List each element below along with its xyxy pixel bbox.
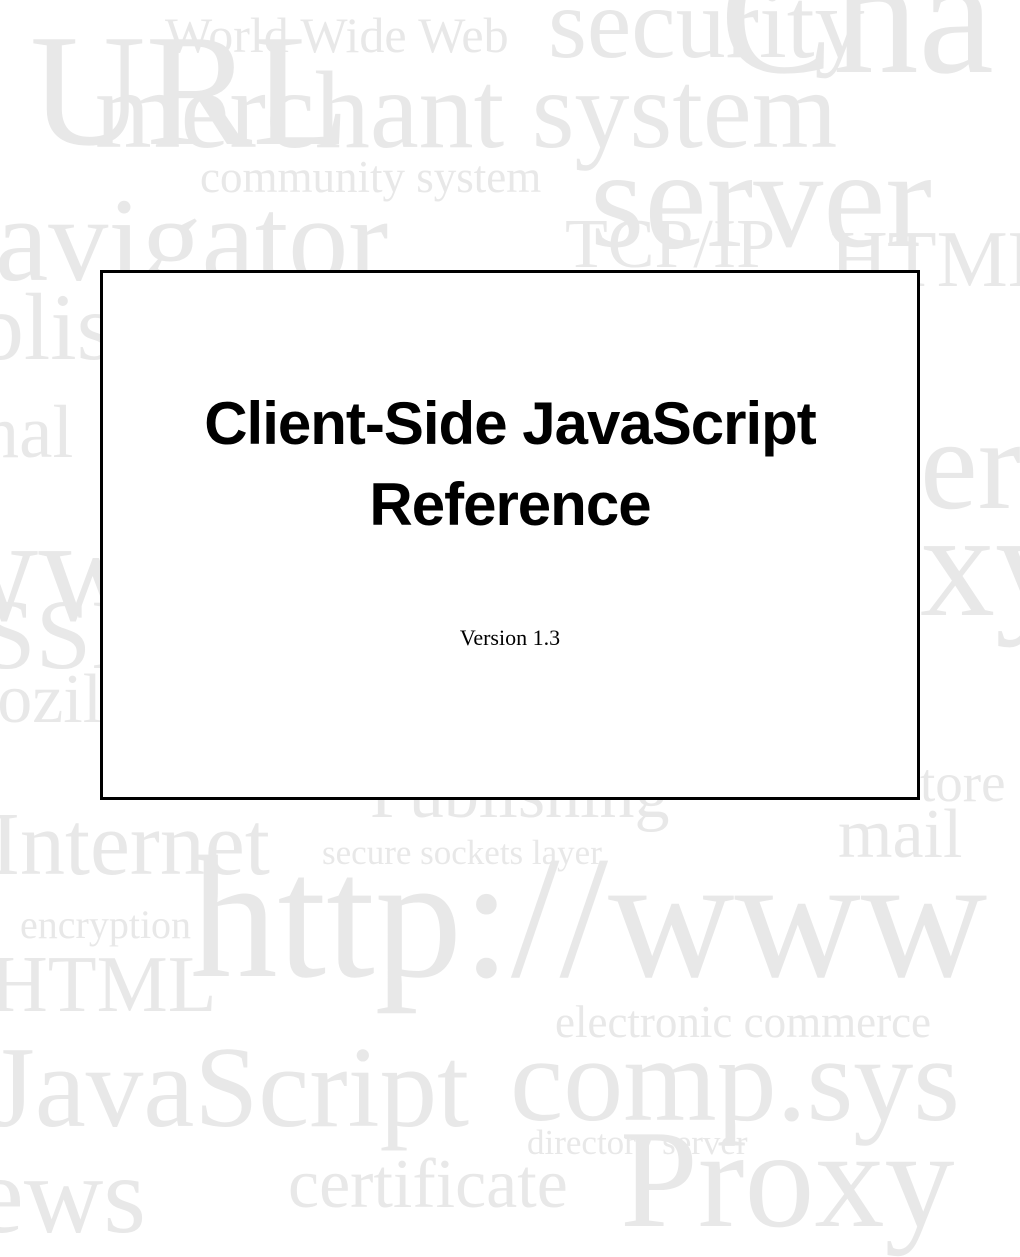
bg-word: http://www [190, 830, 987, 1005]
bg-word: JavaScript [0, 1030, 469, 1145]
bg-word: news [0, 1140, 146, 1250]
version-label: Version 1.3 [460, 625, 560, 651]
title-line-1: Client-Side JavaScript [204, 390, 816, 457]
bg-word: HTML [0, 945, 217, 1025]
bg-word: certificate [288, 1150, 568, 1220]
bg-word: Proxy [620, 1110, 954, 1250]
bg-word: xy [920, 490, 1020, 640]
title-line-2: Reference [369, 471, 650, 538]
title-box: Client-Side JavaScript Reference Version… [100, 270, 920, 800]
document-title: Client-Side JavaScript Reference [204, 383, 816, 545]
bg-word: Personal [0, 395, 73, 470]
bg-word: ıblis [0, 280, 114, 375]
bg-word: encryption [20, 905, 191, 945]
